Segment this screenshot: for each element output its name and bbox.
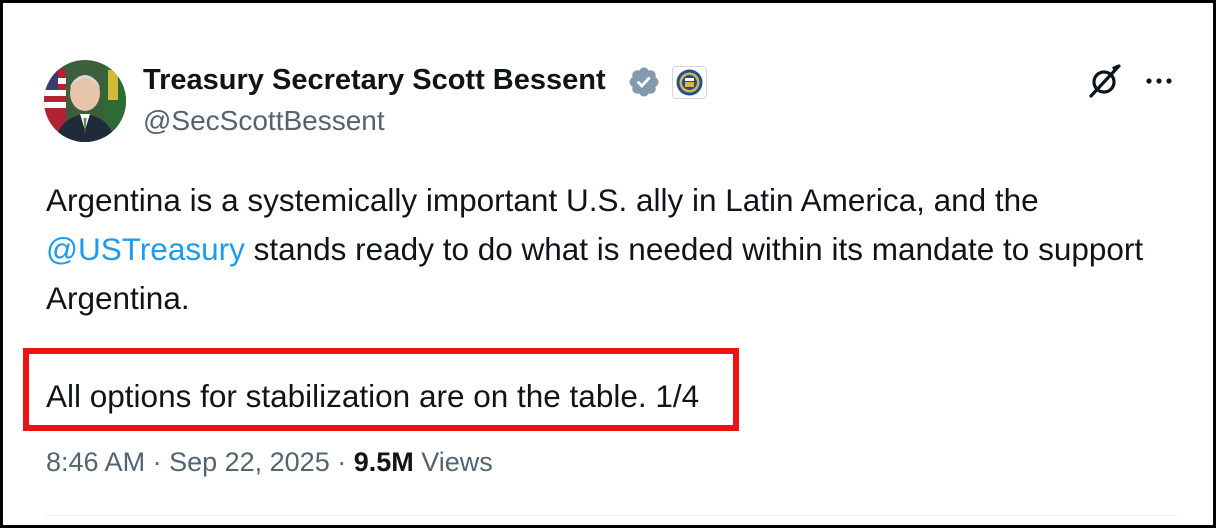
tweet-paragraph-2: All options for stabilization are on the… xyxy=(46,378,700,414)
grok-icon[interactable] xyxy=(1085,61,1125,101)
avatar[interactable] xyxy=(44,60,126,142)
seal-graphic-icon xyxy=(676,69,703,96)
treasury-seal-icon[interactable] xyxy=(672,66,707,99)
author-handle[interactable]: @SecScottBessent xyxy=(143,105,385,137)
avatar-photo-icon xyxy=(44,60,126,142)
verified-badge-icon[interactable] xyxy=(627,65,661,99)
views-count: 9.5M xyxy=(353,447,414,477)
meta-separator-2: · xyxy=(329,447,354,477)
display-name[interactable]: Treasury Secretary Scott Bessent xyxy=(143,64,606,97)
more-options-icon[interactable] xyxy=(1139,63,1179,99)
tweet-paragraph-1: Argentina is a systemically important U.… xyxy=(46,176,1186,323)
meta-separator: · xyxy=(145,447,170,477)
timestamp-time[interactable]: 8:46 AM xyxy=(46,447,145,477)
mention-link[interactable]: @USTreasury xyxy=(46,231,245,267)
tweet-meta: 8:46 AM · Sep 22, 2025 · 9.5M Views xyxy=(46,447,493,478)
tweet-text: Argentina is a systemically important U.… xyxy=(46,176,1186,421)
tweet-card: Treasury Secretary Scott Bessent @SecSco… xyxy=(0,0,1216,528)
tweet-text-start: Argentina is a systemically important U.… xyxy=(46,182,1039,218)
views-link[interactable]: 9.5M Views xyxy=(354,447,493,477)
timestamp-date[interactable]: Sep 22, 2025 xyxy=(169,447,330,477)
divider xyxy=(45,515,1178,516)
views-label: Views xyxy=(413,447,493,477)
